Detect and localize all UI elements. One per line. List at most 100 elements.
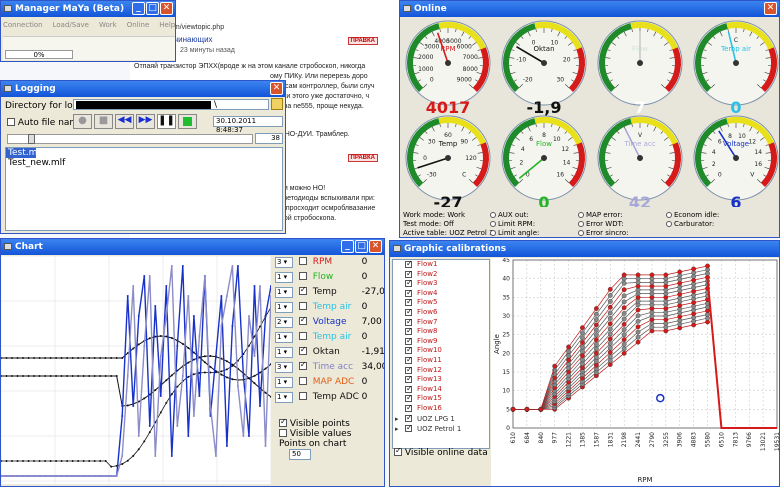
- channel-width-select[interactable]: 1 ▾: [275, 347, 293, 358]
- menu-help[interactable]: Help: [159, 21, 175, 29]
- channel-checkbox[interactable]: [298, 345, 307, 355]
- flow-checkbox[interactable]: [405, 326, 413, 336]
- visible-points-option[interactable]: Visible points: [279, 417, 350, 429]
- edit-button[interactable]: ПРАВКА: [347, 154, 378, 162]
- channel-width-select[interactable]: 1 ▾: [275, 332, 293, 343]
- flow-checkbox[interactable]: [405, 288, 413, 297]
- auto-file-checkbox[interactable]: [7, 118, 15, 126]
- flow-checkbox[interactable]: [405, 260, 413, 269]
- channel-width-select[interactable]: 1 ▾: [275, 302, 293, 313]
- pause-icon[interactable]: ❚❚: [157, 114, 176, 129]
- curve-point: [635, 339, 641, 345]
- channel-checkbox[interactable]: [298, 285, 307, 295]
- channel-row[interactable]: 2 ▾ Voltage 7,00: [275, 315, 382, 328]
- list-item[interactable]: Test_new.mlf: [6, 158, 282, 168]
- edit-button[interactable]: ПРАВКА: [347, 37, 378, 45]
- flow-checkbox[interactable]: [405, 365, 413, 374]
- list-item[interactable]: Test.mlf: [6, 148, 43, 158]
- timeacc-trace-point: [115, 475, 118, 477]
- manager-titlebar[interactable]: Manager MaYa (Beta) _ □ ✕: [1, 1, 175, 17]
- channel-checkbox[interactable]: [298, 392, 307, 400]
- calib-titlebar[interactable]: Graphic calibrations: [390, 241, 779, 257]
- channel-checkbox[interactable]: [298, 377, 307, 385]
- channel-width-select[interactable]: 3 ▾: [275, 257, 293, 268]
- post-line: о просходит осмроблвазание: [280, 205, 376, 212]
- channel-row[interactable]: 1 ▾ Temp air 0: [275, 302, 367, 313]
- channel-checkbox[interactable]: [298, 332, 307, 340]
- channel-row[interactable]: 3 ▾ RPM 0: [275, 257, 367, 268]
- channel-checkbox[interactable]: [298, 360, 307, 370]
- visible-points-checkbox[interactable]: [279, 417, 287, 427]
- menu-work[interactable]: Work: [99, 21, 117, 29]
- channel-row[interactable]: 1 ▾ Temp air 0: [275, 332, 367, 343]
- flow-checkbox[interactable]: [405, 278, 413, 288]
- flow-checkbox[interactable]: [405, 374, 413, 384]
- minimize-icon[interactable]: _: [132, 2, 145, 15]
- record-icon[interactable]: ●: [73, 114, 92, 129]
- points-input[interactable]: 50: [289, 449, 311, 460]
- channel-row[interactable]: 1 ▾ Flow 0: [275, 272, 367, 283]
- online-titlebar[interactable]: Online ✕: [400, 1, 779, 17]
- tree-item[interactable]: ▸ UOZ Petrol 1: [393, 423, 489, 434]
- maximize-icon[interactable]: □: [355, 240, 368, 253]
- channel-width-select[interactable]: 3 ▾: [275, 362, 293, 373]
- visible-values-option[interactable]: Visible values: [279, 429, 351, 439]
- visible-values-checkbox[interactable]: [279, 429, 287, 437]
- channel-width-select[interactable]: 2 ▾: [275, 317, 293, 328]
- flow-checkbox[interactable]: [405, 307, 413, 317]
- channel-row[interactable]: 1 ▾ Temp ADC 0: [275, 392, 367, 403]
- channel-checkbox[interactable]: [298, 315, 307, 325]
- close-icon[interactable]: ✕: [270, 82, 283, 95]
- topic-title[interactable]: чинающих: [174, 35, 213, 44]
- minimize-icon[interactable]: _: [341, 240, 354, 253]
- gauge-tick-label: 16: [556, 171, 564, 178]
- flow-checkbox[interactable]: [405, 403, 413, 413]
- oktan-trace-point: [170, 336, 173, 339]
- stop-icon[interactable]: ■: [94, 114, 113, 129]
- channel-row[interactable]: 1 ▾ MAP ADC 0: [275, 377, 367, 388]
- flow-checkbox[interactable]: [405, 355, 413, 365]
- menu-connection[interactable]: Connection: [3, 21, 43, 29]
- channel-width-select[interactable]: 1 ▾: [275, 377, 293, 388]
- menu-online[interactable]: Online: [127, 21, 150, 29]
- page-url[interactable]: um/viewtopic.php: [170, 24, 224, 31]
- tree-checkbox[interactable]: [405, 413, 413, 423]
- channel-row[interactable]: 3 ▾ Time acc 34,00: [275, 360, 384, 373]
- visible-online-checkbox[interactable]: [394, 446, 402, 456]
- dir-input[interactable]: \: [73, 99, 269, 110]
- channel-checkbox[interactable]: [298, 257, 307, 265]
- chart-titlebar[interactable]: Chart _ □ ✕: [1, 239, 384, 255]
- maximize-icon[interactable]: □: [146, 2, 159, 15]
- channel-width-select[interactable]: 1 ▾: [275, 272, 293, 283]
- menu-load-save[interactable]: Load/Save: [53, 21, 89, 29]
- visible-online-option[interactable]: Visible online data: [394, 446, 488, 458]
- gauge-value: 0: [730, 98, 741, 117]
- channel-row[interactable]: 1 ▾ Oktan -1,91: [275, 345, 384, 358]
- play-icon[interactable]: [178, 114, 197, 129]
- flow-checkbox[interactable]: [405, 317, 413, 326]
- channel-checkbox[interactable]: [298, 302, 307, 310]
- logging-titlebar[interactable]: Logging ✕: [1, 81, 285, 97]
- slider-thumb[interactable]: [28, 134, 35, 144]
- flow-checkbox[interactable]: [405, 297, 413, 307]
- forward-icon[interactable]: ▶▶: [136, 114, 155, 129]
- close-icon[interactable]: ✕: [160, 2, 173, 15]
- tree-checkbox[interactable]: [405, 423, 413, 433]
- log-slider[interactable]: [7, 134, 253, 144]
- flow-checkbox[interactable]: [405, 384, 413, 393]
- folder-icon[interactable]: [271, 98, 283, 110]
- gauge-hub: [445, 155, 451, 161]
- channel-width-select[interactable]: 1 ▾: [275, 392, 293, 403]
- flow-checkbox[interactable]: [405, 269, 413, 278]
- close-icon[interactable]: ✕: [369, 240, 382, 253]
- rewind-icon[interactable]: ◀◀: [115, 114, 134, 129]
- close-icon[interactable]: ✕: [764, 2, 777, 15]
- flow-checkbox[interactable]: [405, 345, 413, 355]
- channel-width-select[interactable]: 1 ▾: [275, 287, 293, 298]
- channel-checkbox[interactable]: [298, 272, 307, 280]
- channel-row[interactable]: 1 ▾ Temp -27,00: [275, 285, 384, 298]
- flow-checkbox[interactable]: [405, 336, 413, 345]
- expand-icon[interactable]: ▸: [395, 414, 399, 424]
- flow-checkbox[interactable]: [405, 393, 413, 403]
- expand-icon[interactable]: ▸: [395, 424, 399, 434]
